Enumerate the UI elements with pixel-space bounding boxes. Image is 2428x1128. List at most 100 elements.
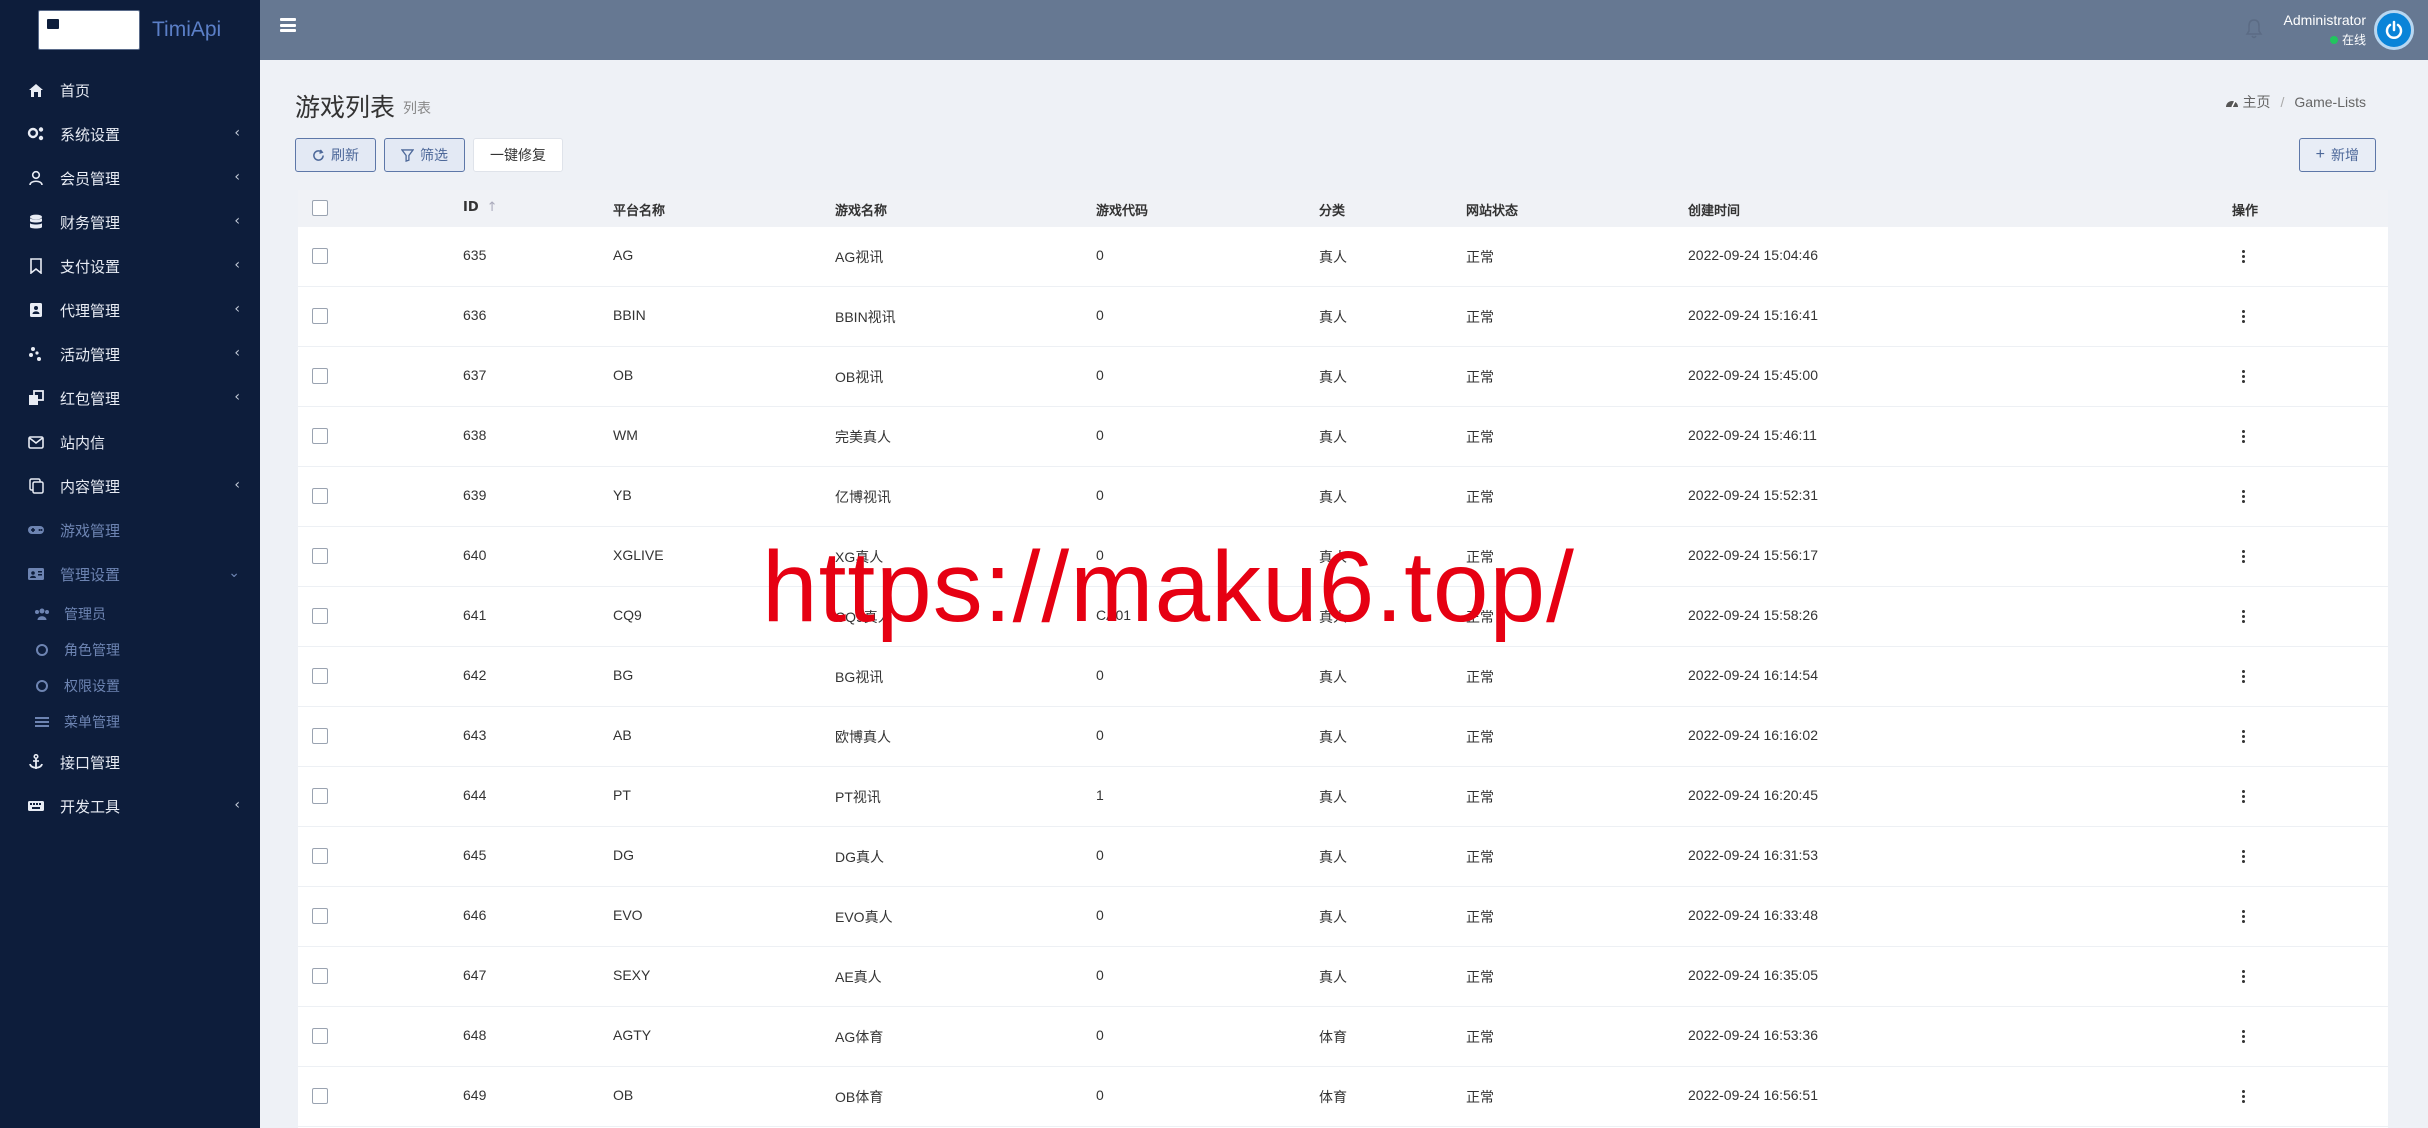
table-row[interactable]: 646 EVO EVO真人 0 真人 正常 2022-09-24 16:33:48 bbox=[298, 887, 2388, 947]
row-actions-icon[interactable] bbox=[2242, 1090, 2245, 1103]
sidebar-item[interactable]: 内容管理 ‹ bbox=[0, 464, 260, 508]
row-checkbox[interactable] bbox=[312, 728, 328, 744]
sidebar-item[interactable]: 代理管理 ‹ bbox=[0, 288, 260, 332]
keyboard-icon bbox=[26, 796, 46, 816]
sidebar-subitem[interactable]: 角色管理 bbox=[0, 632, 260, 668]
row-actions-icon[interactable] bbox=[2242, 1030, 2245, 1043]
row-actions-icon[interactable] bbox=[2242, 250, 2245, 263]
user-info[interactable]: Administrator 在线 bbox=[2284, 12, 2366, 48]
table-row[interactable]: 639 YB 亿博视讯 0 真人 正常 2022-09-24 15:52:31 bbox=[298, 467, 2388, 527]
row-actions-icon[interactable] bbox=[2242, 430, 2245, 443]
sidebar-item[interactable]: 红包管理 ‹ bbox=[0, 376, 260, 420]
table-row[interactable]: 642 BG BG视讯 0 真人 正常 2022-09-24 16:14:54 bbox=[298, 647, 2388, 707]
table-cell: AB bbox=[613, 727, 632, 743]
table-row[interactable]: 635 AG AG视讯 0 真人 正常 2022-09-24 15:04:46 bbox=[298, 227, 2388, 287]
sidebar-item-label: 支付设置 bbox=[60, 257, 121, 276]
sidebar-item[interactable]: 活动管理 ‹ bbox=[0, 332, 260, 376]
sort-ascending-icon[interactable]: ↑ bbox=[487, 200, 498, 215]
row-checkbox[interactable] bbox=[312, 788, 328, 804]
gamepad-icon bbox=[26, 520, 46, 540]
brand-logo[interactable] bbox=[38, 10, 140, 50]
table-cell: 0 bbox=[1096, 427, 1104, 443]
row-checkbox[interactable] bbox=[312, 908, 328, 924]
row-actions-icon[interactable] bbox=[2242, 550, 2245, 563]
sidebar-item[interactable]: 支付设置 ‹ bbox=[0, 244, 260, 288]
row-actions-icon[interactable] bbox=[2242, 310, 2245, 323]
table-cell: 2022-09-24 16:14:54 bbox=[1688, 667, 1818, 683]
breadcrumb-home[interactable]: 主页 bbox=[2243, 92, 2271, 112]
table-cell: 646 bbox=[463, 907, 487, 923]
row-actions-icon[interactable] bbox=[2242, 490, 2245, 503]
column-header: 游戏名称 bbox=[835, 204, 888, 219]
sidebar-item[interactable]: 会员管理 ‹ bbox=[0, 156, 260, 200]
one-click-repair-button[interactable]: 一键修复 bbox=[473, 138, 563, 172]
filter-icon bbox=[401, 148, 414, 162]
sidebar-subitem[interactable]: 菜单管理 bbox=[0, 704, 260, 740]
column-header: 创建时间 bbox=[1688, 204, 1741, 219]
copy-icon bbox=[26, 476, 46, 496]
table-cell: 体育 bbox=[1319, 1029, 1347, 1045]
table-row[interactable]: 643 AB 欧博真人 0 真人 正常 2022-09-24 16:16:02 bbox=[298, 707, 2388, 767]
table-row[interactable]: 645 DG DG真人 0 真人 正常 2022-09-24 16:31:53 bbox=[298, 827, 2388, 887]
row-actions-icon[interactable] bbox=[2242, 670, 2245, 683]
row-checkbox[interactable] bbox=[312, 368, 328, 384]
row-checkbox[interactable] bbox=[312, 848, 328, 864]
menu-toggle-icon[interactable] bbox=[280, 18, 296, 32]
sidebar-item[interactable]: 财务管理 ‹ bbox=[0, 200, 260, 244]
table-cell: 635 bbox=[463, 247, 487, 263]
table-row[interactable]: 644 PT PT视讯 1 真人 正常 2022-09-24 16:20:45 bbox=[298, 767, 2388, 827]
row-checkbox[interactable] bbox=[312, 428, 328, 444]
sidebar-item[interactable]: 站内信 bbox=[0, 420, 260, 464]
repair-label: 一键修复 bbox=[490, 147, 546, 163]
table-cell: 真人 bbox=[1319, 969, 1347, 985]
sidebar-item[interactable]: 系统设置 ‹ bbox=[0, 112, 260, 156]
mail-icon bbox=[26, 432, 46, 452]
table-row[interactable]: 649 OB OB体育 0 体育 正常 2022-09-24 16:56:51 bbox=[298, 1067, 2388, 1127]
sidebar-item[interactable]: 开发工具 ‹ bbox=[0, 784, 260, 828]
row-checkbox[interactable] bbox=[312, 1028, 328, 1044]
column-header[interactable]: ID bbox=[463, 200, 479, 215]
row-checkbox[interactable] bbox=[312, 308, 328, 324]
table-row[interactable]: 637 OB OB视讯 0 真人 正常 2022-09-24 15:45:00 bbox=[298, 347, 2388, 407]
table-row[interactable]: 638 WM 完美真人 0 真人 正常 2022-09-24 15:46:11 bbox=[298, 407, 2388, 467]
table-cell: 0 bbox=[1096, 907, 1104, 923]
row-checkbox[interactable] bbox=[312, 248, 328, 264]
row-actions-icon[interactable] bbox=[2242, 790, 2245, 803]
row-checkbox[interactable] bbox=[312, 488, 328, 504]
table-cell: 2022-09-24 15:46:11 bbox=[1688, 427, 1817, 443]
table-cell: 正常 bbox=[1466, 849, 1494, 865]
row-actions-icon[interactable] bbox=[2242, 730, 2245, 743]
table-row[interactable]: 648 AGTY AG体育 0 体育 正常 2022-09-24 16:53:36 bbox=[298, 1007, 2388, 1067]
select-all-checkbox[interactable] bbox=[312, 200, 328, 216]
add-button[interactable]: + 新增 bbox=[2298, 138, 2376, 172]
row-checkbox[interactable] bbox=[312, 1088, 328, 1104]
row-checkbox[interactable] bbox=[312, 548, 328, 564]
list-icon bbox=[34, 714, 50, 730]
row-actions-icon[interactable] bbox=[2242, 370, 2245, 383]
row-checkbox[interactable] bbox=[312, 608, 328, 624]
row-checkbox[interactable] bbox=[312, 968, 328, 984]
refresh-button[interactable]: 刷新 bbox=[295, 138, 376, 172]
sidebar-item[interactable]: 接口管理 bbox=[0, 740, 260, 784]
column-header: 分类 bbox=[1319, 204, 1346, 219]
bell-icon[interactable] bbox=[2245, 18, 2263, 40]
table-cell: 649 bbox=[463, 1087, 487, 1103]
table-row[interactable]: 647 SEXY AE真人 0 真人 正常 2022-09-24 16:35:05 bbox=[298, 947, 2388, 1007]
row-actions-icon[interactable] bbox=[2242, 850, 2245, 863]
table-cell: AE真人 bbox=[835, 969, 882, 985]
sidebar-subitem[interactable]: 权限设置 bbox=[0, 668, 260, 704]
power-icon[interactable] bbox=[2374, 10, 2414, 50]
sidebar-item[interactable]: 管理设置 ⌄ bbox=[0, 552, 260, 596]
row-actions-icon[interactable] bbox=[2242, 910, 2245, 923]
filter-button[interactable]: 筛选 bbox=[384, 138, 465, 172]
row-checkbox[interactable] bbox=[312, 668, 328, 684]
table-cell: 2022-09-24 15:04:46 bbox=[1688, 247, 1818, 263]
row-actions-icon[interactable] bbox=[2242, 610, 2245, 623]
toolbar: 刷新 筛选 一键修复 bbox=[295, 138, 563, 172]
table-row[interactable]: 636 BBIN BBIN视讯 0 真人 正常 2022-09-24 15:16:41 bbox=[298, 287, 2388, 347]
row-actions-icon[interactable] bbox=[2242, 970, 2245, 983]
table-cell: PT视讯 bbox=[835, 789, 881, 805]
sidebar-item[interactable]: 首页 bbox=[0, 68, 260, 112]
sidebar-subitem[interactable]: 管理员 bbox=[0, 596, 260, 632]
sidebar-item[interactable]: 游戏管理 bbox=[0, 508, 260, 552]
